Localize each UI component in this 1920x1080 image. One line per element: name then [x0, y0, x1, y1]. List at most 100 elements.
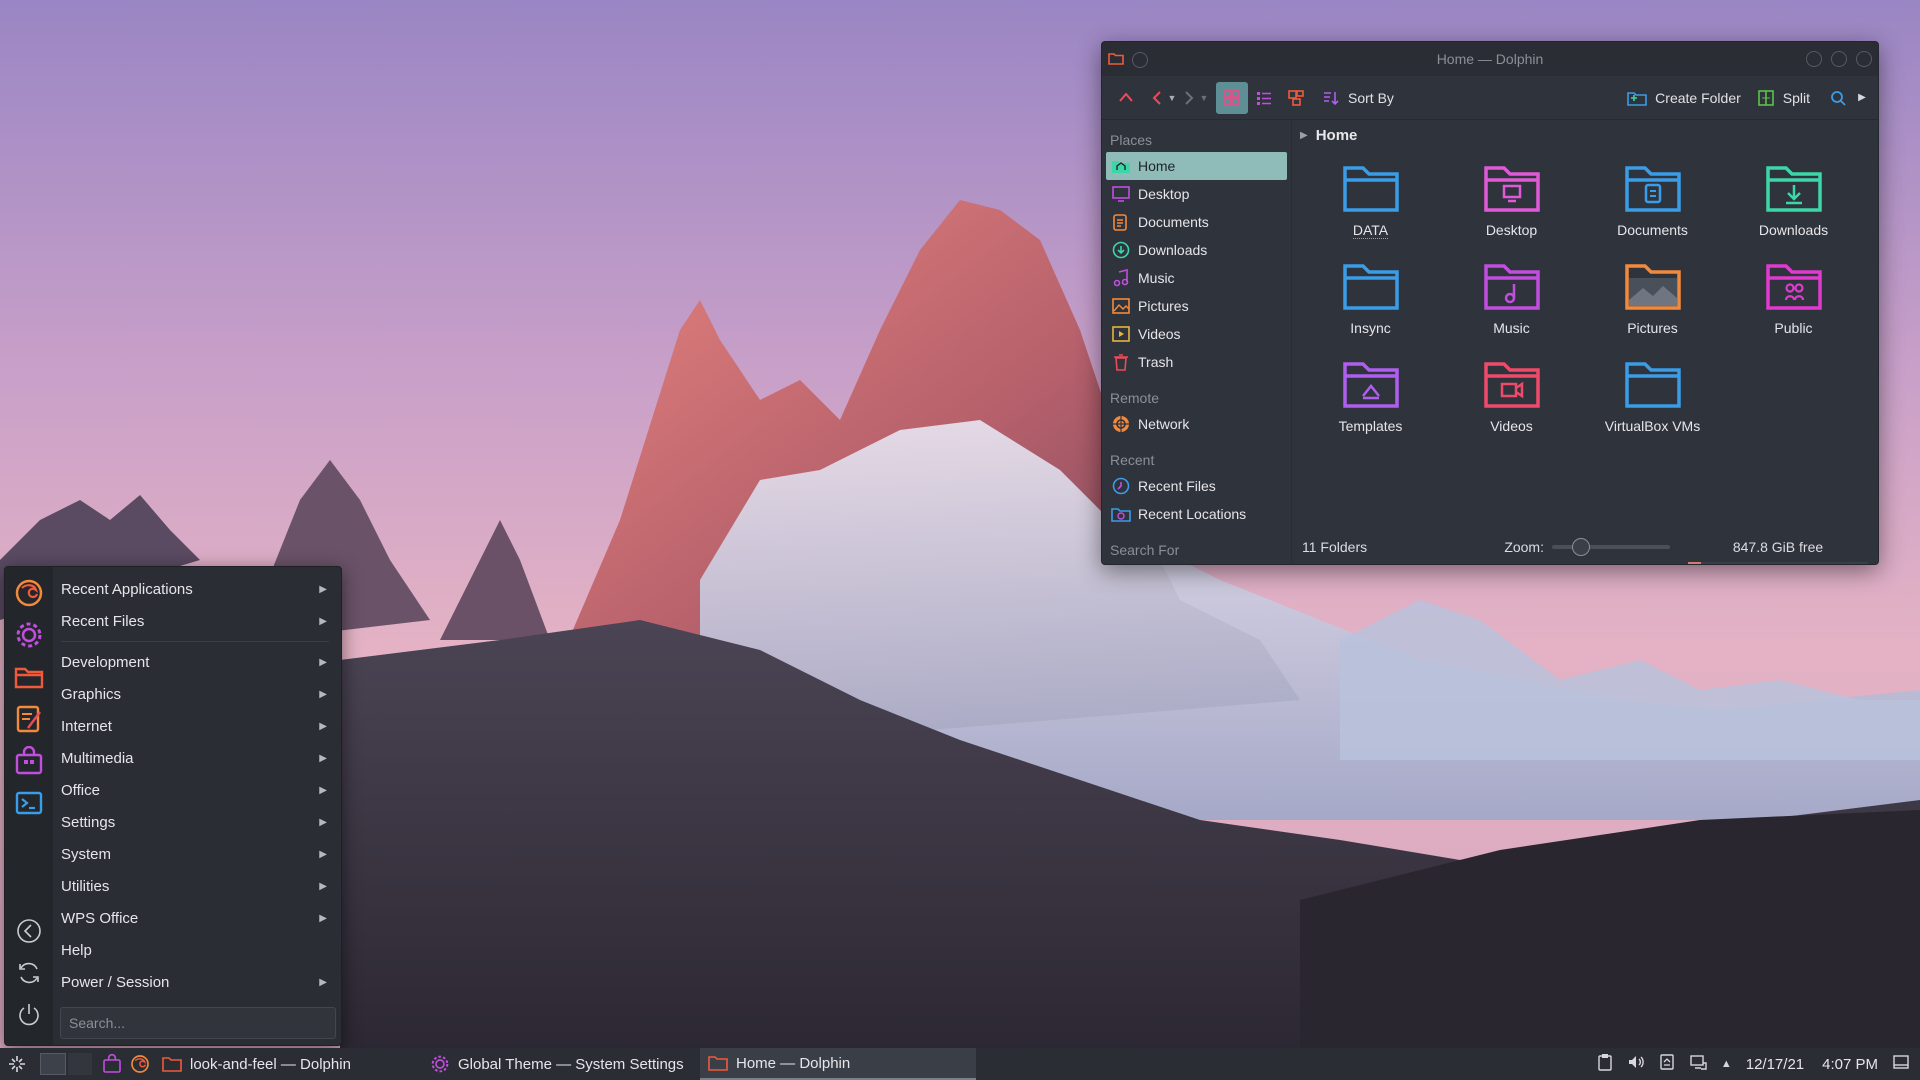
chevron-down-icon[interactable]: ▼ — [1200, 93, 1209, 103]
folder-item[interactable]: Templates — [1300, 348, 1441, 446]
place-recent-locations[interactable]: Recent Locations — [1106, 500, 1287, 528]
folder-item[interactable]: Downloads — [1723, 152, 1864, 250]
place-desktop[interactable]: Desktop — [1106, 180, 1287, 208]
power-button[interactable] — [13, 999, 45, 1031]
folder-item[interactable]: Music — [1441, 250, 1582, 348]
virtual-desktop-pager[interactable] — [40, 1053, 92, 1075]
close-button[interactable] — [1856, 51, 1872, 67]
go-up-button[interactable] — [1110, 82, 1142, 114]
folder-item[interactable]: Insync — [1300, 250, 1441, 348]
system-tray: ▲ 12/17/21 4:07 PM — [1597, 1053, 1920, 1075]
maximize-button[interactable] — [1831, 51, 1847, 67]
sort-by-button[interactable]: Sort By — [1318, 82, 1398, 114]
menu-recent-applications[interactable]: Recent Applications ▶ — [53, 573, 335, 605]
zoom-slider-handle[interactable] — [1572, 538, 1590, 556]
favorite-firefox[interactable] — [13, 577, 45, 609]
folder-icon[interactable] — [1108, 51, 1124, 69]
overflow-button[interactable]: ▶ — [1854, 82, 1870, 114]
split-button[interactable]: Split — [1753, 82, 1814, 114]
menu-office[interactable]: Office ▶ — [53, 774, 335, 806]
desktop-2[interactable] — [68, 1053, 92, 1075]
search-button[interactable] — [1822, 82, 1854, 114]
tray-expand-icon[interactable]: ▲ — [1721, 1058, 1732, 1070]
launcher-search-input[interactable] — [60, 1007, 336, 1039]
folder-item[interactable]: Desktop — [1441, 152, 1582, 250]
pinned-software-store[interactable] — [98, 1048, 126, 1080]
favorite-terminal[interactable] — [13, 787, 45, 819]
view-details-button[interactable] — [1248, 82, 1280, 114]
folder-item[interactable]: Public — [1723, 250, 1864, 348]
create-folder-button[interactable]: Create Folder — [1623, 82, 1745, 114]
folder-pictures-icon — [1624, 264, 1681, 310]
taskbar: look-and-feel — Dolphin Global Theme — S… — [0, 1048, 1920, 1080]
volume-icon[interactable] — [1627, 1053, 1645, 1075]
pinned-firefox[interactable] — [126, 1048, 154, 1080]
folder-item[interactable]: Documents — [1582, 152, 1723, 250]
firefox-icon — [131, 1055, 149, 1073]
place-downloads[interactable]: Downloads — [1106, 236, 1287, 264]
favorite-settings[interactable] — [13, 619, 45, 651]
window-titlebar[interactable]: Home — Dolphin — [1102, 42, 1878, 76]
favorite-file-manager[interactable] — [13, 661, 45, 693]
folder-view[interactable]: ▶ Home DATA Desktop Documents Downloads … — [1292, 120, 1878, 564]
trash-icon — [1110, 351, 1132, 373]
back-button[interactable] — [13, 915, 45, 947]
task-home-dolphin[interactable]: Home — Dolphin — [700, 1048, 976, 1080]
refresh-button[interactable] — [13, 957, 45, 989]
place-music[interactable]: Music — [1106, 264, 1287, 292]
menu-utilities[interactable]: Utilities ▶ — [53, 870, 335, 902]
clipboard-icon[interactable] — [1597, 1053, 1613, 1075]
network-connection-icon[interactable] — [1689, 1053, 1707, 1075]
notes-icon[interactable] — [1659, 1053, 1675, 1075]
launcher-icon — [9, 1056, 25, 1072]
folder-documents-icon — [1624, 166, 1681, 212]
folder-item[interactable]: DATA — [1300, 152, 1441, 250]
menu-wps-office[interactable]: WPS Office ▶ — [53, 902, 335, 934]
show-desktop-icon[interactable] — [1892, 1053, 1910, 1075]
chevron-right-icon: ▶ — [319, 656, 327, 668]
place-videos[interactable]: Videos — [1106, 320, 1287, 348]
breadcrumb-home[interactable]: Home — [1316, 127, 1358, 144]
zoom-slider[interactable] — [1552, 538, 1670, 556]
menu-graphics[interactable]: Graphics ▶ — [53, 678, 335, 710]
view-preview-icon — [1288, 89, 1304, 106]
favorite-software-store[interactable] — [13, 745, 45, 777]
chevron-down-icon[interactable]: ▼ — [1168, 93, 1177, 103]
place-pictures[interactable]: Pictures — [1106, 292, 1287, 320]
pin-button[interactable] — [1132, 52, 1148, 68]
minimize-button[interactable] — [1806, 51, 1822, 67]
place-network[interactable]: Network — [1106, 410, 1287, 438]
menu-settings[interactable]: Settings ▶ — [53, 806, 335, 838]
clock[interactable]: 12/17/21 4:07 PM — [1746, 1056, 1878, 1073]
free-space-indicator[interactable]: 847.8 GiB free — [1688, 539, 1868, 564]
menu-internet[interactable]: Internet ▶ — [53, 710, 335, 742]
place-documents[interactable]: Documents — [1106, 208, 1287, 236]
menu-power-session[interactable]: Power / Session ▶ — [53, 966, 335, 998]
desktop-1[interactable] — [40, 1053, 66, 1075]
breadcrumb[interactable]: ▶ Home — [1292, 120, 1878, 150]
favorite-text-editor[interactable] — [13, 703, 45, 735]
go-back-button[interactable]: ▼ — [1146, 82, 1178, 114]
go-forward-button[interactable]: ▼ — [1178, 82, 1210, 114]
menu-help[interactable]: Help — [53, 934, 335, 966]
chevron-right-icon: ▶ — [319, 848, 327, 860]
folder-item[interactable]: Videos — [1441, 348, 1582, 446]
folder-name: Desktop — [1485, 222, 1538, 238]
folder-item[interactable]: Pictures — [1582, 250, 1723, 348]
places-panel: Places Home Desktop Documents Downloads … — [1102, 120, 1292, 564]
menu-multimedia[interactable]: Multimedia ▶ — [53, 742, 335, 774]
launcher-button[interactable] — [0, 1048, 34, 1080]
place-recent-files[interactable]: Recent Files — [1106, 472, 1287, 500]
menu-recent-files[interactable]: Recent Files ▶ — [53, 605, 335, 637]
task-system-settings[interactable]: Global Theme — System Settings — [422, 1048, 700, 1080]
place-home[interactable]: Home — [1106, 152, 1287, 180]
view-preview-button[interactable] — [1280, 82, 1312, 114]
folder-item[interactable]: VirtualBox VMs — [1582, 348, 1723, 446]
go-up-icon — [1119, 91, 1133, 102]
menu-development[interactable]: Development ▶ — [53, 646, 335, 678]
text-editor-icon — [16, 705, 41, 733]
menu-system[interactable]: System ▶ — [53, 838, 335, 870]
place-trash[interactable]: Trash — [1106, 348, 1287, 376]
view-icons-button[interactable] — [1216, 81, 1248, 114]
task-look-and-feel-dolphin[interactable]: look-and-feel — Dolphin — [154, 1048, 422, 1080]
